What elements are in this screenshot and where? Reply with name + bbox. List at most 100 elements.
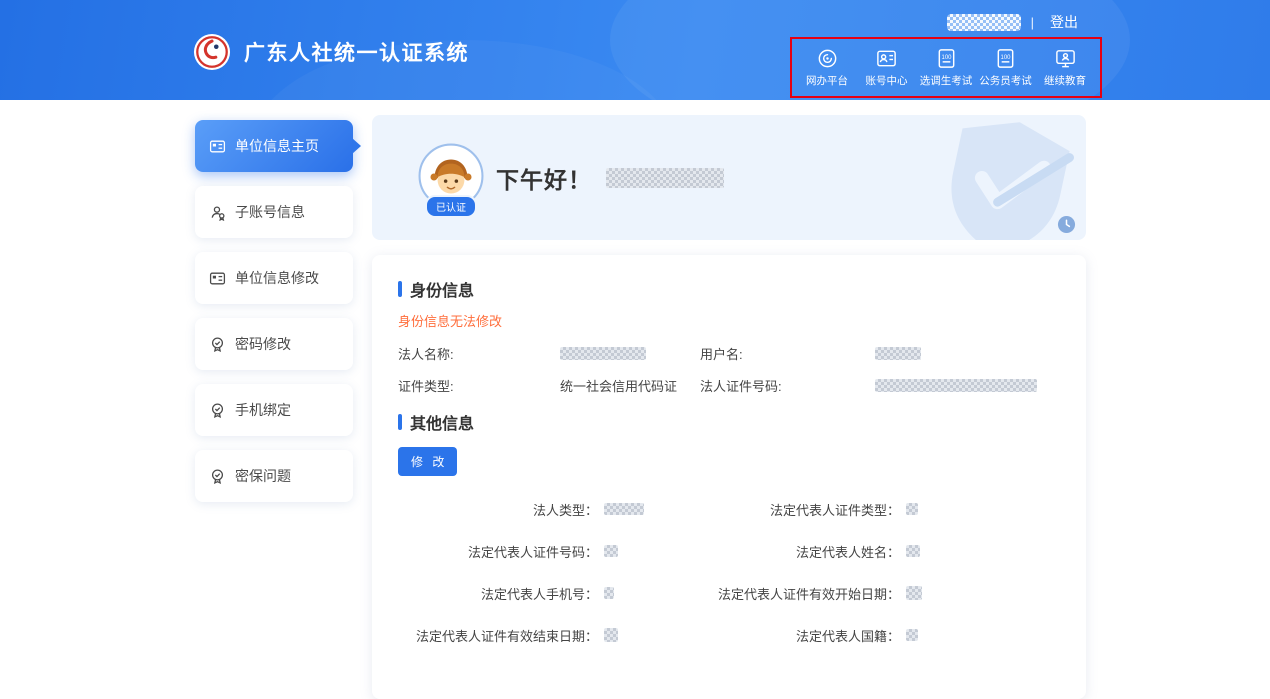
field-legal-name: 法人名称: <box>398 344 700 363</box>
sidebar-item-label: 单位信息主页 <box>235 136 319 156</box>
redacted-value <box>604 628 618 642</box>
redacted-value <box>604 587 614 599</box>
section-title-text: 其他信息 <box>410 410 474 434</box>
field-label: 法定代表人证件号码： <box>398 542 598 561</box>
field-rep-cert-type: 法定代表人证件类型： <box>648 500 918 519</box>
quick-link-continuing-education[interactable]: 继续教育 <box>1036 47 1094 88</box>
section-accent-bar <box>398 414 402 430</box>
field-label: 法定代表人国籍： <box>648 626 900 645</box>
field-value: 统一社会信用代码证 <box>560 376 677 395</box>
quick-link-label: 选调生考试 <box>920 73 973 88</box>
check-badge-icon <box>209 336 226 353</box>
sidebar-nav: 单位信息主页 子账号信息 单位信息修改 <box>195 120 353 516</box>
redacted-value <box>906 629 918 641</box>
field-label: 法定代表人证件类型： <box>648 500 900 519</box>
user-bar: | 登出 <box>947 10 1084 34</box>
svg-text:100: 100 <box>1001 55 1012 61</box>
field-label: 法人证件号码: <box>700 376 875 395</box>
field-username: 用户名: <box>700 344 921 363</box>
redacted-value <box>604 545 618 557</box>
exam-score-icon: 100 <box>935 47 958 70</box>
brand: 广东人社统一认证系统 <box>193 33 469 71</box>
sidebar-item-unit-info-home[interactable]: 单位信息主页 <box>195 120 353 172</box>
gdhrss-logo-icon <box>193 33 231 71</box>
other-row: 法定代表人证件号码： 法定代表人姓名： <box>398 542 1060 560</box>
redacted-value <box>875 347 921 360</box>
verified-badge: 已认证 <box>425 195 477 218</box>
field-legal-person-type: 法人类型： <box>398 500 648 519</box>
check-badge-icon <box>209 468 226 485</box>
id-card-icon <box>209 270 226 287</box>
quick-link-civil-servant-exam[interactable]: 100 公务员考试 <box>977 47 1035 88</box>
greeting-text: 下午好！ <box>496 161 592 195</box>
identity-notice: 身份信息无法修改 <box>398 311 1060 330</box>
sidebar-item-phone-binding[interactable]: 手机绑定 <box>195 384 353 436</box>
quick-link-online-platform[interactable]: 网办平台 <box>798 47 856 88</box>
field-cert-type: 证件类型: 统一社会信用代码证 <box>398 376 700 395</box>
redacted-value <box>906 545 920 557</box>
field-label: 证件类型: <box>398 376 560 395</box>
field-rep-nationality: 法定代表人国籍： <box>648 626 918 645</box>
greeting-card: 已认证 下午好！ <box>372 115 1086 240</box>
quick-link-account-center[interactable]: 账号中心 <box>858 47 916 88</box>
other-row: 法人类型： 法定代表人证件类型： <box>398 500 1060 518</box>
identity-section-title: 身份信息 <box>398 277 1060 301</box>
section-title-text: 身份信息 <box>410 277 474 301</box>
sidebar-item-label: 手机绑定 <box>235 400 291 420</box>
sidebar-item-security-questions[interactable]: 密保问题 <box>195 450 353 502</box>
unit-info-card: 身份信息 身份信息无法修改 法人名称: 用户名: 证件类型: 统一社会信用代码证… <box>372 255 1086 699</box>
field-label: 法定代表人手机号： <box>398 584 598 603</box>
field-rep-cert-start-date: 法定代表人证件有效开始日期： <box>648 584 922 603</box>
quick-link-label: 继续教育 <box>1044 73 1086 88</box>
education-screen-icon <box>1054 47 1077 70</box>
quick-link-xuandiaosheng-exam[interactable]: 100 选调生考试 <box>917 47 975 88</box>
redacted-value <box>906 503 918 515</box>
identity-row: 证件类型: 统一社会信用代码证 法人证件号码: <box>398 376 1060 394</box>
account-card-icon <box>875 47 898 70</box>
redacted-value <box>875 379 1037 392</box>
sidebar-item-unit-info-edit[interactable]: 单位信息修改 <box>195 252 353 304</box>
redacted-value <box>604 503 644 515</box>
greeting-name-redacted <box>606 168 724 188</box>
logout-button[interactable]: 登出 <box>1044 10 1084 34</box>
top-header: 广东人社统一认证系统 | 登出 网办平台 <box>0 0 1270 100</box>
other-section-title: 其他信息 <box>398 410 1060 434</box>
field-label: 法定代表人姓名： <box>648 542 900 561</box>
clock-icon <box>1057 215 1076 234</box>
userbar-divider: | <box>1031 15 1034 30</box>
redacted-value <box>560 347 646 360</box>
field-label: 法定代表人证件有效结束日期： <box>398 626 598 645</box>
exam-score-icon: 100 <box>994 47 1017 70</box>
quick-link-label: 公务员考试 <box>979 73 1032 88</box>
sidebar-item-label: 单位信息修改 <box>235 268 319 288</box>
quick-link-label: 账号中心 <box>866 73 908 88</box>
other-row: 法定代表人手机号： 法定代表人证件有效开始日期： <box>398 584 1060 602</box>
quick-link-label: 网办平台 <box>806 73 848 88</box>
platform-globe-icon <box>816 47 839 70</box>
sidebar-item-password-change[interactable]: 密码修改 <box>195 318 353 370</box>
sidebar-item-label: 子账号信息 <box>235 202 305 222</box>
sidebar-item-label: 密码修改 <box>235 334 291 354</box>
sidebar-item-sub-accounts[interactable]: 子账号信息 <box>195 186 353 238</box>
section-accent-bar <box>398 281 402 297</box>
person-badge-icon <box>209 204 226 221</box>
quick-links-highlight-box: 网办平台 账号中心 100 选调生考试 <box>790 37 1102 98</box>
other-row: 法定代表人证件有效结束日期： 法定代表人国籍： <box>398 626 1060 644</box>
identity-row: 法人名称: 用户名: <box>398 344 1060 362</box>
field-rep-name: 法定代表人姓名： <box>648 542 920 561</box>
greeting-line: 下午好！ <box>496 115 724 240</box>
system-title: 广东人社统一认证系统 <box>244 37 469 67</box>
avatar: 已认证 <box>418 143 484 209</box>
field-rep-cert-number: 法定代表人证件号码： <box>398 542 648 561</box>
username-redacted <box>947 14 1021 31</box>
page: 广东人社统一认证系统 | 登出 网办平台 <box>0 0 1270 699</box>
edit-button[interactable]: 修 改 <box>398 447 457 476</box>
field-label: 法人类型： <box>398 500 598 519</box>
svg-text:100: 100 <box>941 55 952 61</box>
check-badge-icon <box>209 402 226 419</box>
field-label: 用户名: <box>700 344 875 363</box>
redacted-value <box>906 586 922 600</box>
field-legal-cert-number: 法人证件号码: <box>700 376 1037 395</box>
field-label: 法人名称: <box>398 344 560 363</box>
sidebar-item-label: 密保问题 <box>235 466 291 486</box>
